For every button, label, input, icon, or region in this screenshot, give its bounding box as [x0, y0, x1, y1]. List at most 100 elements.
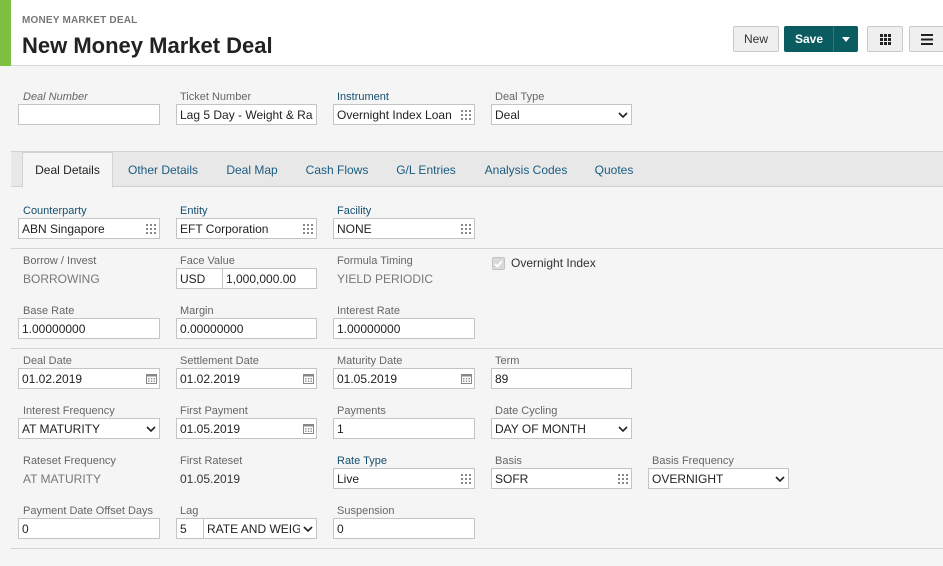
calendar-icon[interactable] [300, 369, 316, 388]
rateset-frequency-value: AT MATURITY [23, 472, 101, 486]
basis-value: SOFR [495, 471, 529, 486]
interest-frequency-select[interactable]: AT MATURITY [18, 418, 160, 439]
term-value: 89 [495, 371, 509, 386]
face-value-currency-input[interactable]: USD [176, 268, 223, 289]
tab-deal-details[interactable]: Deal Details [22, 152, 113, 188]
lag-method-select[interactable]: RATE AND WEIGHT [203, 518, 317, 539]
chevron-down-icon [615, 105, 631, 124]
first-payment-label: First Payment [180, 405, 248, 417]
basis-label: Basis [495, 455, 522, 467]
deal-date-value: 01.02.2019 [22, 371, 83, 386]
date-cycling-select[interactable]: DAY OF MONTH [491, 418, 632, 439]
deal-date-input[interactable]: 01.02.2019 [18, 368, 160, 389]
checkmark-icon [494, 259, 503, 268]
page-header: MONEY MARKET DEAL New Money Market Deal … [0, 0, 943, 66]
menu-button[interactable] [909, 26, 943, 52]
grid-icon [879, 33, 891, 45]
tab-analysis-codes[interactable]: Analysis Codes [474, 152, 578, 187]
margin-input[interactable]: 0.00000000 [176, 318, 317, 339]
lookup-grid-icon[interactable] [615, 469, 631, 488]
face-value-currency: USD [180, 271, 206, 286]
interest-frequency-value: AT MATURITY [22, 421, 100, 436]
instrument-value: Overnight Index Loan [337, 107, 452, 122]
new-button[interactable]: New [733, 26, 779, 52]
deal-number-input[interactable] [18, 104, 160, 125]
settlement-date-value: 01.02.2019 [180, 371, 241, 386]
base-rate-label: Base Rate [23, 305, 75, 317]
term-input[interactable]: 89 [491, 368, 632, 389]
interest-frequency-label: Interest Frequency [23, 405, 115, 417]
calendar-icon[interactable] [143, 369, 159, 388]
instrument-input[interactable]: Overnight Index Loan [333, 104, 475, 125]
tab-gl-entries[interactable]: G/L Entries [387, 152, 465, 187]
first-rateset-label: First Rateset [180, 455, 243, 467]
chevron-down-icon [615, 419, 631, 438]
tab-quotes[interactable]: Quotes [586, 152, 642, 187]
settlement-date-input[interactable]: 01.02.2019 [176, 368, 317, 389]
lag-label: Lag [180, 505, 199, 517]
entity-input[interactable]: EFT Corporation [176, 218, 317, 239]
counterparty-input[interactable]: ABN Singapore [18, 218, 160, 239]
hamburger-menu-icon [921, 33, 933, 45]
deal-number-label: Deal Number [23, 91, 88, 103]
basis-input[interactable]: SOFR [491, 468, 632, 489]
borrow-invest-label: Borrow / Invest [23, 255, 97, 267]
lag-days-value: 5 [180, 521, 187, 536]
lookup-grid-icon[interactable] [458, 219, 474, 238]
payments-value: 1 [337, 421, 344, 436]
ticket-number-value: Lag 5 Day - Weight & Ra [180, 107, 313, 122]
lookup-grid-icon[interactable] [143, 219, 159, 238]
suspension-value: 0 [337, 521, 344, 536]
tab-cash-flows[interactable]: Cash Flows [297, 152, 377, 187]
interest-rate-value: 1.00000000 [337, 321, 401, 336]
overnight-index-checkbox[interactable] [492, 257, 505, 270]
base-rate-input[interactable]: 1.00000000 [18, 318, 160, 339]
chevron-down-icon [772, 469, 788, 488]
date-cycling-label: Date Cycling [495, 405, 558, 417]
borrow-invest-value: BORROWING [23, 272, 100, 286]
entity-label: Entity [180, 205, 208, 217]
first-payment-input[interactable]: 01.05.2019 [176, 418, 317, 439]
header-accent-bar [0, 0, 11, 66]
basis-frequency-select[interactable]: OVERNIGHT [648, 468, 789, 489]
payments-label: Payments [337, 405, 386, 417]
lookup-grid-icon[interactable] [458, 469, 474, 488]
tab-other-details[interactable]: Other Details [118, 152, 208, 187]
suspension-label: Suspension [337, 505, 395, 517]
ticket-number-input[interactable]: Lag 5 Day - Weight & Ra [176, 104, 317, 125]
deal-type-value: Deal [495, 107, 520, 122]
suspension-input[interactable]: 0 [333, 518, 475, 539]
interest-rate-input[interactable]: 1.00000000 [333, 318, 475, 339]
interest-rate-label: Interest Rate [337, 305, 400, 317]
deal-date-label: Deal Date [23, 355, 72, 367]
facility-value: NONE [337, 221, 372, 236]
tab-deal-map[interactable]: Deal Map [216, 152, 288, 187]
payment-date-offset-input[interactable]: 0 [18, 518, 160, 539]
rate-type-value: Live [337, 471, 360, 486]
term-label: Term [495, 355, 520, 367]
lookup-grid-icon[interactable] [458, 105, 474, 124]
first-payment-value: 01.05.2019 [180, 421, 241, 436]
calendar-icon[interactable] [300, 419, 316, 438]
face-value-label: Face Value [180, 255, 235, 267]
calendar-icon[interactable] [458, 369, 474, 388]
page-subtitle: MONEY MARKET DEAL [22, 15, 138, 26]
maturity-date-input[interactable]: 01.05.2019 [333, 368, 475, 389]
grid-view-button[interactable] [867, 26, 903, 52]
lookup-grid-icon[interactable] [300, 219, 316, 238]
tab-bar: Deal Details Other Details Deal Map Cash… [11, 151, 943, 188]
rate-type-input[interactable]: Live [333, 468, 475, 489]
ticket-number-label: Ticket Number [180, 91, 252, 103]
counterparty-label: Counterparty [23, 205, 87, 217]
payments-input[interactable]: 1 [333, 418, 475, 439]
overnight-index-label: Overnight Index [511, 256, 596, 270]
lag-days-input[interactable]: 5 [176, 518, 204, 539]
save-button[interactable]: Save [784, 26, 834, 52]
lag-method-value: RATE AND WEIGHT [207, 521, 300, 536]
maturity-date-value: 01.05.2019 [337, 371, 398, 386]
facility-input[interactable]: NONE [333, 218, 475, 239]
deal-type-select[interactable]: Deal [491, 104, 632, 125]
face-value-amount-input[interactable]: 1,000,000.00 [222, 268, 317, 289]
chevron-down-icon [300, 519, 316, 538]
save-dropdown-button[interactable] [833, 26, 858, 52]
